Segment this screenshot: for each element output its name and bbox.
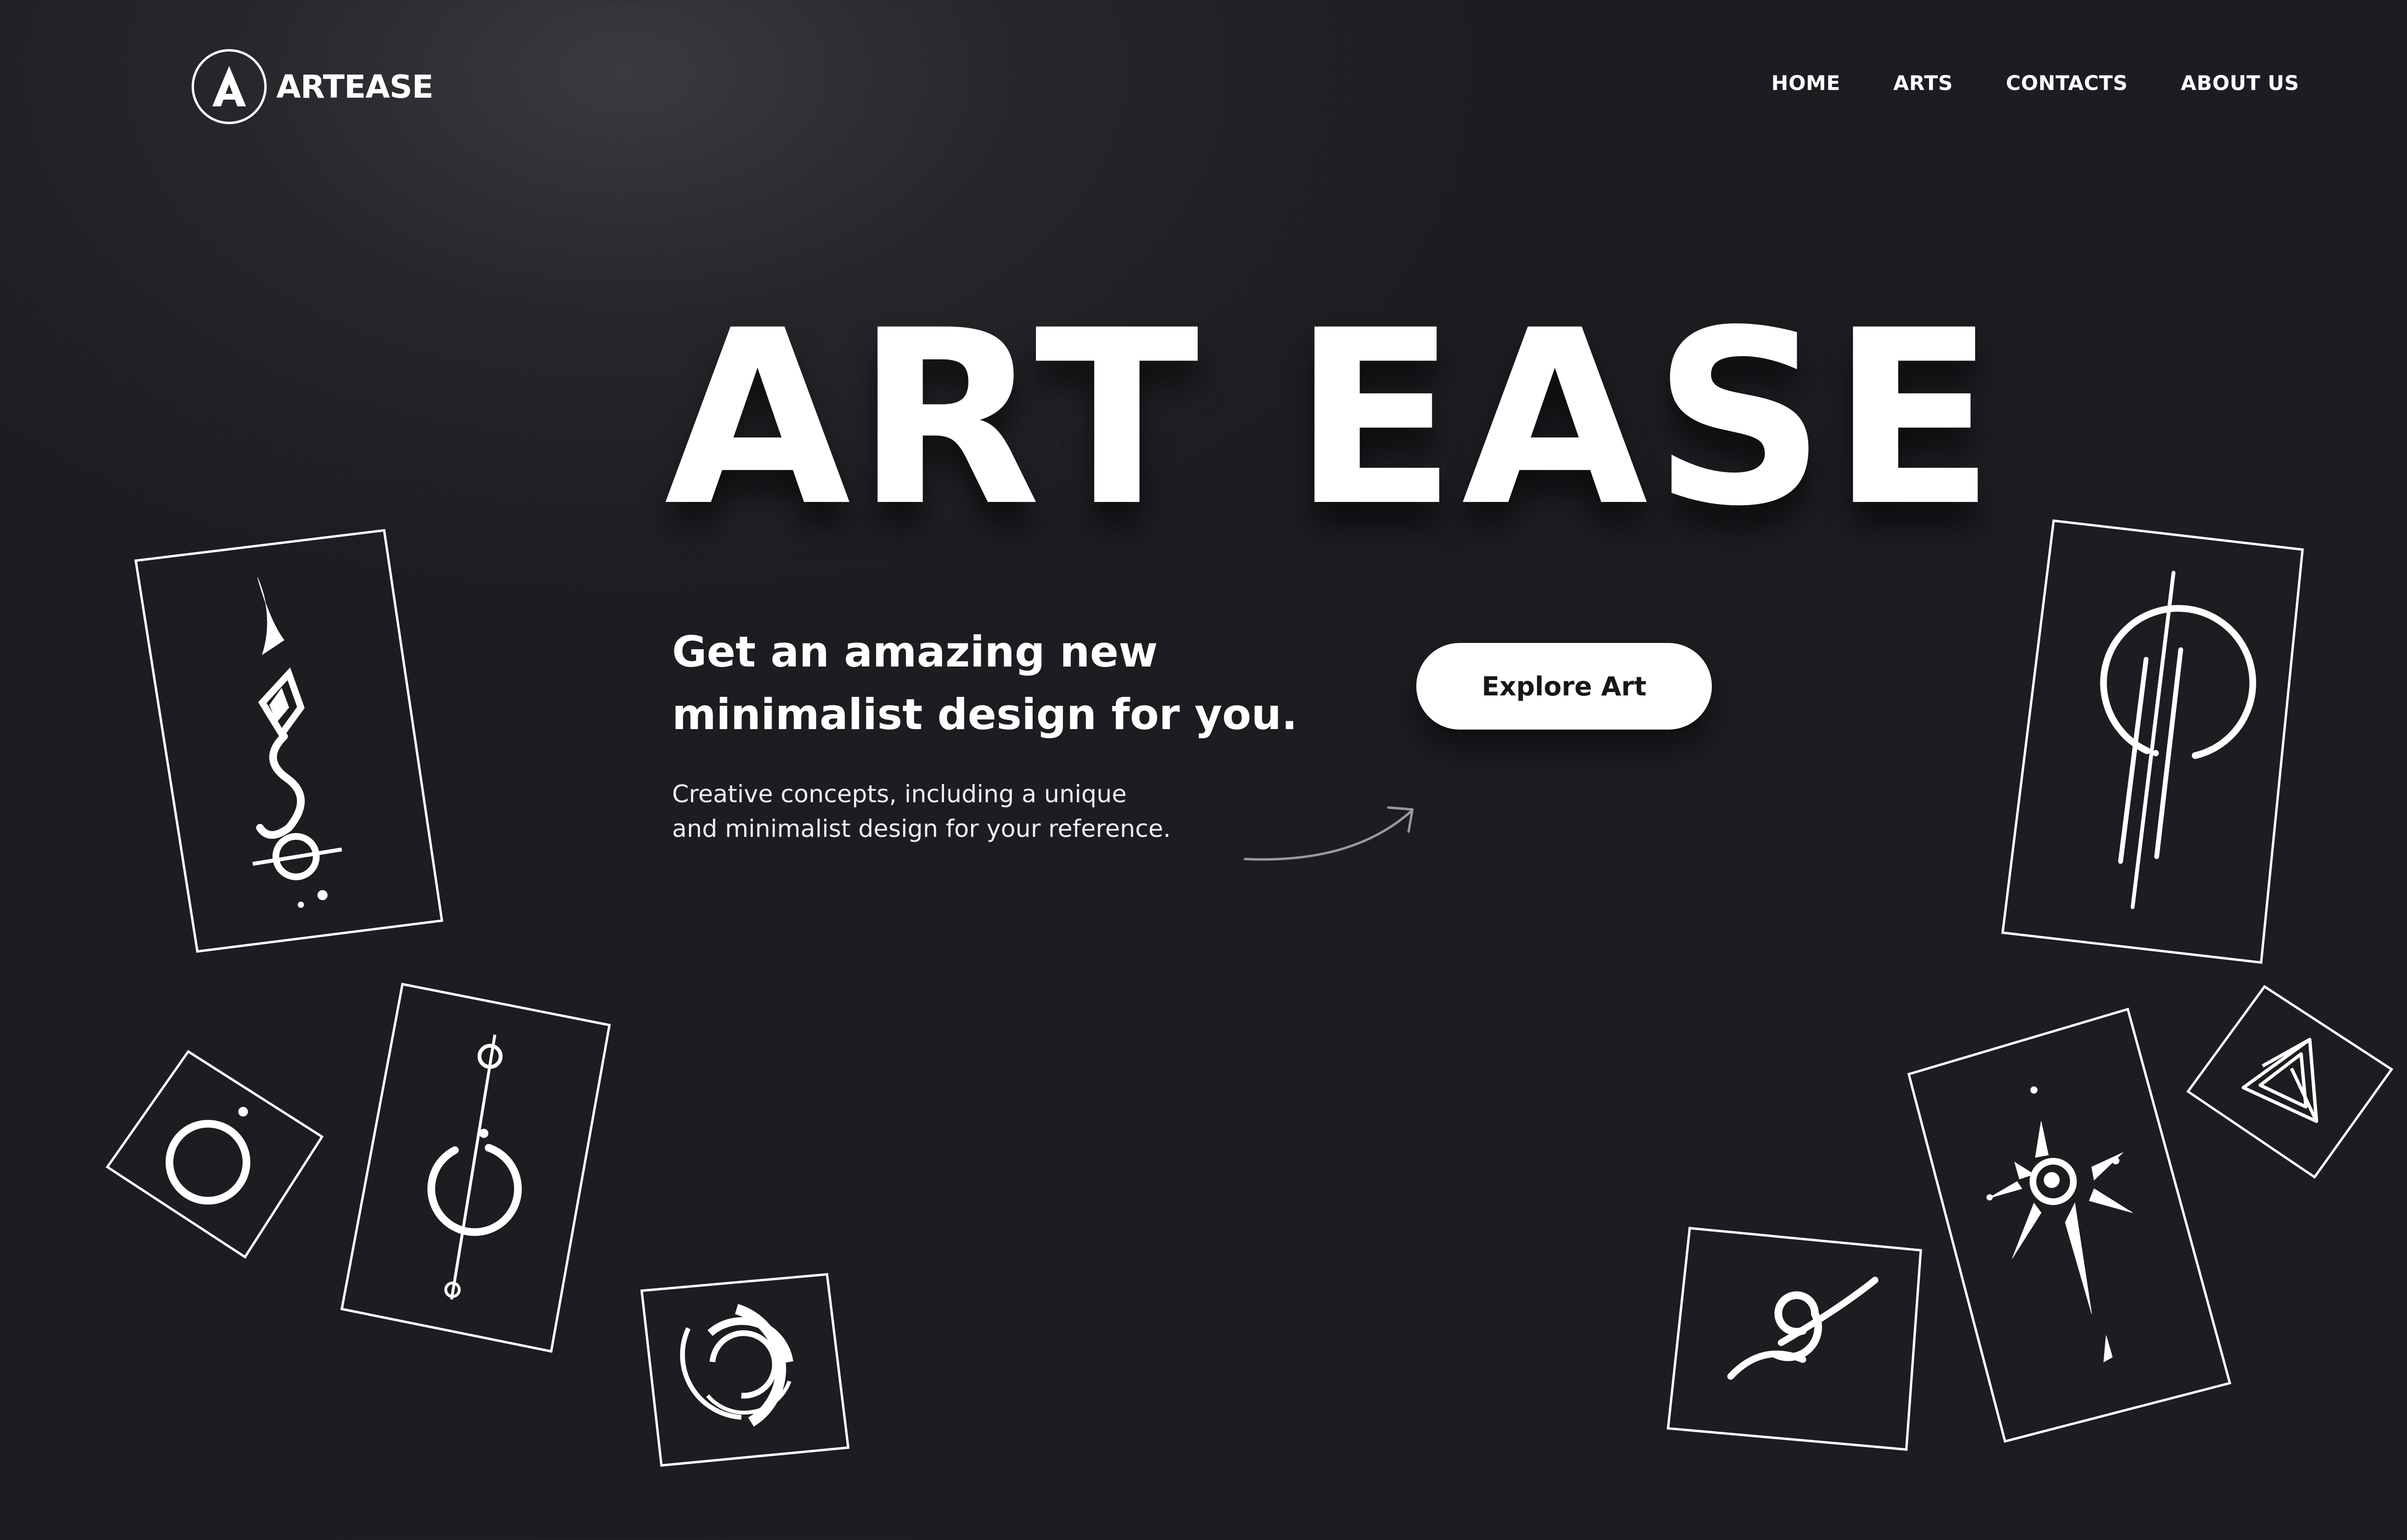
needle-circle-art: [427, 1034, 522, 1300]
art-card-needle-circle[interactable]: [337, 977, 616, 1362]
ring-art: [166, 1107, 250, 1205]
art-card-segmented-ring[interactable]: [635, 1266, 862, 1477]
nav-home[interactable]: HOME: [1772, 71, 1840, 95]
explore-art-button[interactable]: Explore Art: [1416, 643, 1712, 730]
sun-crack-art: [1986, 1086, 2133, 1362]
segmented-ring-art: [680, 1304, 793, 1427]
art-card-ring[interactable]: [101, 1044, 332, 1266]
art-card-tribal-flame[interactable]: [116, 510, 472, 972]
circle-lines-art: [2100, 571, 2256, 909]
impossible-triangle-art: [2241, 1038, 2318, 1123]
brand-logo[interactable]: ARTEASE: [192, 49, 434, 124]
hero-description-line1: Creative concepts, including a unique: [672, 780, 1127, 808]
top-navbar: ARTEASE HOME ARTS CONTACTS ABOUT US: [0, 0, 2407, 192]
nav-arts[interactable]: ARTS: [1893, 71, 1953, 95]
curved-arrow-icon: [1243, 806, 1414, 861]
art-card-swirl-wave[interactable]: [1661, 1218, 1935, 1458]
hero-title: ART EASE: [664, 279, 2000, 559]
nav-contacts[interactable]: CONTACTS: [2006, 71, 2128, 95]
hero-description: Creative concepts, including a unique an…: [672, 777, 1202, 846]
hero-subtitle-line1: Get an amazing new: [672, 627, 1158, 677]
brand-name: ARTEASE: [276, 68, 434, 105]
swirl-wave-art: [1727, 1277, 1878, 1380]
main-nav: HOME ARTS CONTACTS ABOUT US: [1772, 71, 2299, 95]
hero-subtitle-line2: minimalist design for you.: [672, 690, 1298, 739]
art-card-sun-crack[interactable]: [1897, 1001, 2243, 1449]
logo-a-icon: [192, 49, 267, 124]
hero-description-line2: and minimalist design for your reference…: [672, 815, 1171, 843]
nav-about-us[interactable]: ABOUT US: [2181, 71, 2299, 95]
hero-subtitle: Get an amazing new minimalist design for…: [672, 621, 1298, 746]
tribal-flame-art: [252, 577, 342, 908]
art-card-circle-lines[interactable]: [1993, 515, 2320, 967]
